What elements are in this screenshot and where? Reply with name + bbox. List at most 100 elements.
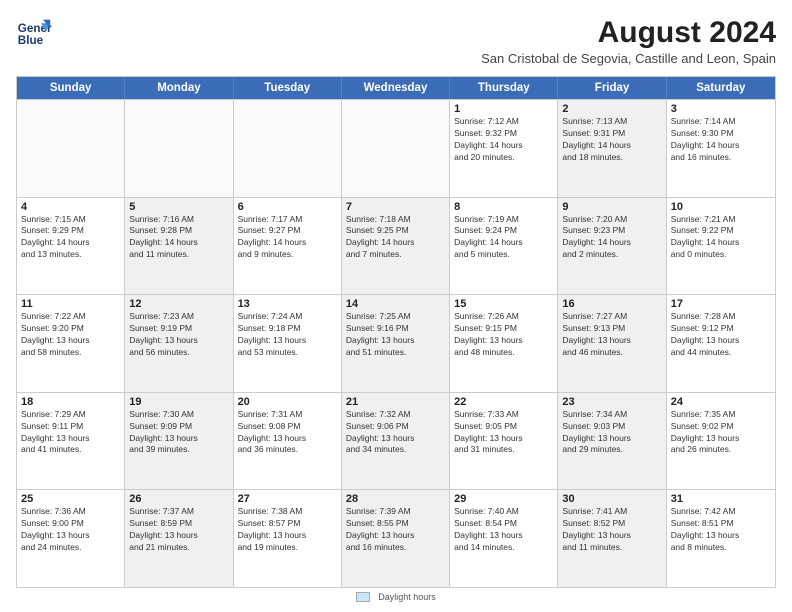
day-num-11: 11 — [21, 298, 120, 310]
day-info-11: Sunrise: 7:22 AM Sunset: 9:20 PM Dayligh… — [21, 311, 120, 359]
day-info-4: Sunrise: 7:15 AM Sunset: 9:29 PM Dayligh… — [21, 214, 120, 262]
calendar-body: 1Sunrise: 7:12 AM Sunset: 9:32 PM Daylig… — [17, 99, 775, 587]
subtitle: San Cristobal de Segovia, Castille and L… — [481, 51, 776, 66]
cal-cell-r1c6: 10Sunrise: 7:21 AM Sunset: 9:22 PM Dayli… — [667, 198, 775, 295]
day-info-9: Sunrise: 7:20 AM Sunset: 9:23 PM Dayligh… — [562, 214, 661, 262]
day-info-5: Sunrise: 7:16 AM Sunset: 9:28 PM Dayligh… — [129, 214, 228, 262]
day-num-2: 2 — [562, 103, 661, 115]
day-info-13: Sunrise: 7:24 AM Sunset: 9:18 PM Dayligh… — [238, 311, 337, 359]
cal-cell-r4c4: 29Sunrise: 7:40 AM Sunset: 8:54 PM Dayli… — [450, 490, 558, 587]
day-info-26: Sunrise: 7:37 AM Sunset: 8:59 PM Dayligh… — [129, 506, 228, 554]
cal-cell-r3c5: 23Sunrise: 7:34 AM Sunset: 9:03 PM Dayli… — [558, 393, 666, 490]
cal-cell-r3c0: 18Sunrise: 7:29 AM Sunset: 9:11 PM Dayli… — [17, 393, 125, 490]
legend-box — [356, 592, 370, 602]
day-info-2: Sunrise: 7:13 AM Sunset: 9:31 PM Dayligh… — [562, 116, 661, 164]
day-info-23: Sunrise: 7:34 AM Sunset: 9:03 PM Dayligh… — [562, 409, 661, 457]
cal-cell-r0c2 — [234, 100, 342, 197]
header-tuesday: Tuesday — [234, 77, 342, 99]
cal-cell-r0c4: 1Sunrise: 7:12 AM Sunset: 9:32 PM Daylig… — [450, 100, 558, 197]
day-info-27: Sunrise: 7:38 AM Sunset: 8:57 PM Dayligh… — [238, 506, 337, 554]
day-num-4: 4 — [21, 201, 120, 213]
day-num-26: 26 — [129, 493, 228, 505]
day-info-28: Sunrise: 7:39 AM Sunset: 8:55 PM Dayligh… — [346, 506, 445, 554]
day-num-25: 25 — [21, 493, 120, 505]
svg-text:Blue: Blue — [18, 34, 44, 47]
footer: Daylight hours — [16, 592, 776, 602]
logo: General Blue — [16, 16, 52, 52]
day-num-8: 8 — [454, 201, 553, 213]
day-info-8: Sunrise: 7:19 AM Sunset: 9:24 PM Dayligh… — [454, 214, 553, 262]
day-num-3: 3 — [671, 103, 771, 115]
day-num-24: 24 — [671, 396, 771, 408]
day-num-10: 10 — [671, 201, 771, 213]
header: General Blue August 2024 San Cristobal d… — [16, 16, 776, 66]
day-num-5: 5 — [129, 201, 228, 213]
day-num-14: 14 — [346, 298, 445, 310]
cal-row-3: 18Sunrise: 7:29 AM Sunset: 9:11 PM Dayli… — [17, 392, 775, 490]
day-info-16: Sunrise: 7:27 AM Sunset: 9:13 PM Dayligh… — [562, 311, 661, 359]
day-info-7: Sunrise: 7:18 AM Sunset: 9:25 PM Dayligh… — [346, 214, 445, 262]
header-thursday: Thursday — [450, 77, 558, 99]
header-monday: Monday — [125, 77, 233, 99]
header-saturday: Saturday — [667, 77, 775, 99]
day-num-7: 7 — [346, 201, 445, 213]
title-block: August 2024 San Cristobal de Segovia, Ca… — [481, 16, 776, 66]
cal-cell-r3c3: 21Sunrise: 7:32 AM Sunset: 9:06 PM Dayli… — [342, 393, 450, 490]
cal-row-0: 1Sunrise: 7:12 AM Sunset: 9:32 PM Daylig… — [17, 99, 775, 197]
logo-icon: General Blue — [16, 16, 52, 52]
day-info-1: Sunrise: 7:12 AM Sunset: 9:32 PM Dayligh… — [454, 116, 553, 164]
cal-cell-r4c2: 27Sunrise: 7:38 AM Sunset: 8:57 PM Dayli… — [234, 490, 342, 587]
day-info-21: Sunrise: 7:32 AM Sunset: 9:06 PM Dayligh… — [346, 409, 445, 457]
main-title: August 2024 — [481, 16, 776, 49]
day-info-6: Sunrise: 7:17 AM Sunset: 9:27 PM Dayligh… — [238, 214, 337, 262]
cal-cell-r4c6: 31Sunrise: 7:42 AM Sunset: 8:51 PM Dayli… — [667, 490, 775, 587]
day-info-12: Sunrise: 7:23 AM Sunset: 9:19 PM Dayligh… — [129, 311, 228, 359]
cal-cell-r2c5: 16Sunrise: 7:27 AM Sunset: 9:13 PM Dayli… — [558, 295, 666, 392]
day-num-16: 16 — [562, 298, 661, 310]
day-num-20: 20 — [238, 396, 337, 408]
cal-cell-r4c0: 25Sunrise: 7:36 AM Sunset: 9:00 PM Dayli… — [17, 490, 125, 587]
page: General Blue August 2024 San Cristobal d… — [0, 0, 792, 612]
day-info-17: Sunrise: 7:28 AM Sunset: 9:12 PM Dayligh… — [671, 311, 771, 359]
cal-cell-r4c1: 26Sunrise: 7:37 AM Sunset: 8:59 PM Dayli… — [125, 490, 233, 587]
day-num-1: 1 — [454, 103, 553, 115]
cal-cell-r2c2: 13Sunrise: 7:24 AM Sunset: 9:18 PM Dayli… — [234, 295, 342, 392]
cal-cell-r0c5: 2Sunrise: 7:13 AM Sunset: 9:31 PM Daylig… — [558, 100, 666, 197]
calendar: Sunday Monday Tuesday Wednesday Thursday… — [16, 76, 776, 588]
cal-cell-r2c0: 11Sunrise: 7:22 AM Sunset: 9:20 PM Dayli… — [17, 295, 125, 392]
day-info-31: Sunrise: 7:42 AM Sunset: 8:51 PM Dayligh… — [671, 506, 771, 554]
day-num-29: 29 — [454, 493, 553, 505]
day-num-13: 13 — [238, 298, 337, 310]
day-num-6: 6 — [238, 201, 337, 213]
cal-cell-r1c4: 8Sunrise: 7:19 AM Sunset: 9:24 PM Daylig… — [450, 198, 558, 295]
cal-cell-r2c1: 12Sunrise: 7:23 AM Sunset: 9:19 PM Dayli… — [125, 295, 233, 392]
cal-cell-r0c1 — [125, 100, 233, 197]
cal-cell-r1c3: 7Sunrise: 7:18 AM Sunset: 9:25 PM Daylig… — [342, 198, 450, 295]
cal-cell-r0c3 — [342, 100, 450, 197]
header-wednesday: Wednesday — [342, 77, 450, 99]
day-info-29: Sunrise: 7:40 AM Sunset: 8:54 PM Dayligh… — [454, 506, 553, 554]
legend-label: Daylight hours — [378, 592, 436, 602]
cal-cell-r4c3: 28Sunrise: 7:39 AM Sunset: 8:55 PM Dayli… — [342, 490, 450, 587]
day-num-15: 15 — [454, 298, 553, 310]
cal-cell-r0c6: 3Sunrise: 7:14 AM Sunset: 9:30 PM Daylig… — [667, 100, 775, 197]
day-info-3: Sunrise: 7:14 AM Sunset: 9:30 PM Dayligh… — [671, 116, 771, 164]
day-num-12: 12 — [129, 298, 228, 310]
cal-cell-r3c4: 22Sunrise: 7:33 AM Sunset: 9:05 PM Dayli… — [450, 393, 558, 490]
day-info-24: Sunrise: 7:35 AM Sunset: 9:02 PM Dayligh… — [671, 409, 771, 457]
day-num-30: 30 — [562, 493, 661, 505]
cal-cell-r1c1: 5Sunrise: 7:16 AM Sunset: 9:28 PM Daylig… — [125, 198, 233, 295]
day-info-18: Sunrise: 7:29 AM Sunset: 9:11 PM Dayligh… — [21, 409, 120, 457]
day-num-18: 18 — [21, 396, 120, 408]
day-num-27: 27 — [238, 493, 337, 505]
header-friday: Friday — [558, 77, 666, 99]
day-info-10: Sunrise: 7:21 AM Sunset: 9:22 PM Dayligh… — [671, 214, 771, 262]
day-info-22: Sunrise: 7:33 AM Sunset: 9:05 PM Dayligh… — [454, 409, 553, 457]
cal-cell-r2c6: 17Sunrise: 7:28 AM Sunset: 9:12 PM Dayli… — [667, 295, 775, 392]
cal-cell-r0c0 — [17, 100, 125, 197]
cal-row-2: 11Sunrise: 7:22 AM Sunset: 9:20 PM Dayli… — [17, 294, 775, 392]
cal-cell-r1c2: 6Sunrise: 7:17 AM Sunset: 9:27 PM Daylig… — [234, 198, 342, 295]
day-info-20: Sunrise: 7:31 AM Sunset: 9:08 PM Dayligh… — [238, 409, 337, 457]
day-info-14: Sunrise: 7:25 AM Sunset: 9:16 PM Dayligh… — [346, 311, 445, 359]
cal-cell-r3c2: 20Sunrise: 7:31 AM Sunset: 9:08 PM Dayli… — [234, 393, 342, 490]
